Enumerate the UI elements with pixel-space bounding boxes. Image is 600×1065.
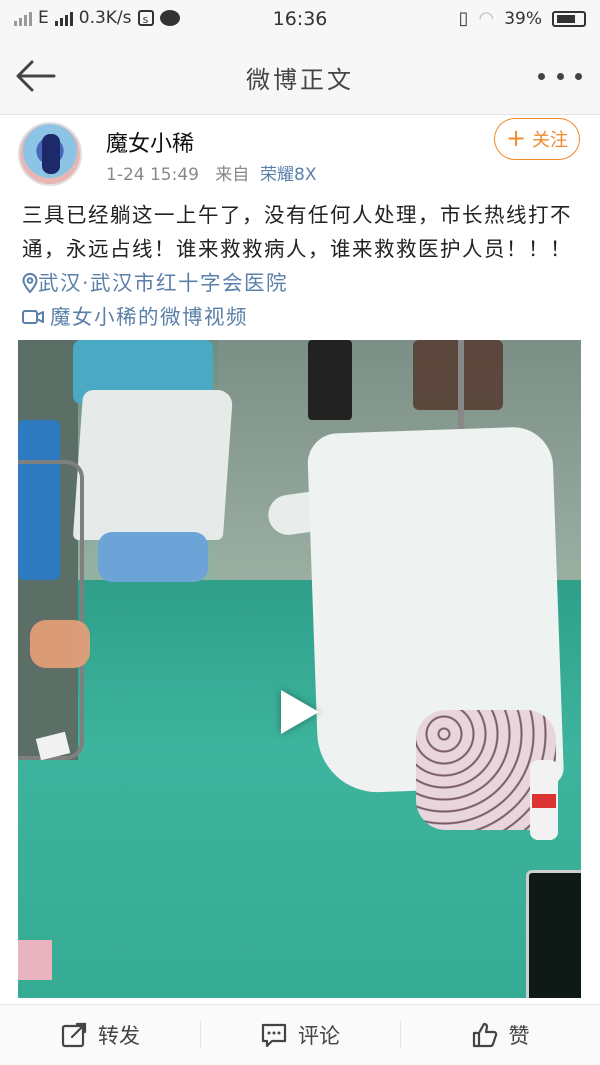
status-right: ▯ ◠ 39% (459, 8, 586, 29)
avatar[interactable] (18, 122, 82, 186)
comment-icon (261, 1023, 287, 1048)
location-text: 武汉·武汉市红十字会医院 (38, 271, 289, 295)
video-player[interactable] (18, 340, 581, 998)
from-label: 来自 (215, 165, 250, 185)
video-camera-icon (22, 310, 44, 324)
repost-label: 转发 (98, 1024, 140, 1048)
repost-icon (61, 1022, 87, 1048)
device-link[interactable]: 荣耀8X (260, 165, 316, 185)
page-title: 微博正文 (246, 66, 354, 94)
post-date: 1-24 15:49 (106, 165, 199, 185)
play-icon[interactable] (281, 690, 319, 734)
battery-icon (552, 10, 586, 27)
comment-button[interactable]: 评论 (200, 1005, 400, 1065)
comment-label: 评论 (298, 1024, 340, 1048)
post-meta: 1-24 15:49 来自 荣耀8X (106, 160, 316, 185)
location-link[interactable]: 武汉·武汉市红十字会医院 (22, 271, 288, 295)
username[interactable]: 魔女小稀 (106, 126, 194, 158)
video-link-text: 魔女小稀的微博视频 (50, 305, 248, 329)
more-button[interactable] (538, 58, 582, 94)
more-dots-icon (538, 72, 545, 80)
repost-button[interactable]: 转发 (0, 1005, 200, 1065)
nav-bar: 微博正文 (0, 38, 600, 115)
follow-button[interactable]: + 关注 (494, 118, 580, 160)
like-button[interactable]: 赞 (400, 1005, 600, 1065)
location-pin-icon (22, 272, 38, 294)
vibrate-icon: ▯ (458, 8, 469, 29)
post-body: 三具已经躺这一上午了，没有任何人处理，市长热线打不通，永远占线！谁来救救病人，谁… (22, 203, 572, 261)
post-text: 三具已经躺这一上午了，没有任何人处理，市长热线打不通，永远占线！谁来救救病人，谁… (22, 198, 582, 335)
wifi-icon: ◠ (478, 8, 495, 29)
follow-label: 关注 (532, 130, 569, 151)
status-bar: E 0.3K/s s 16:36 ▯ ◠ 39% (0, 0, 600, 38)
bottom-toolbar: 转发 评论 赞 (0, 1004, 600, 1065)
like-label: 赞 (508, 1024, 530, 1048)
battery-percent: 39% (504, 8, 542, 29)
video-link[interactable]: 魔女小稀的微博视频 (22, 300, 248, 334)
thumbs-up-icon (472, 1022, 497, 1048)
plus-icon: + (505, 124, 527, 152)
